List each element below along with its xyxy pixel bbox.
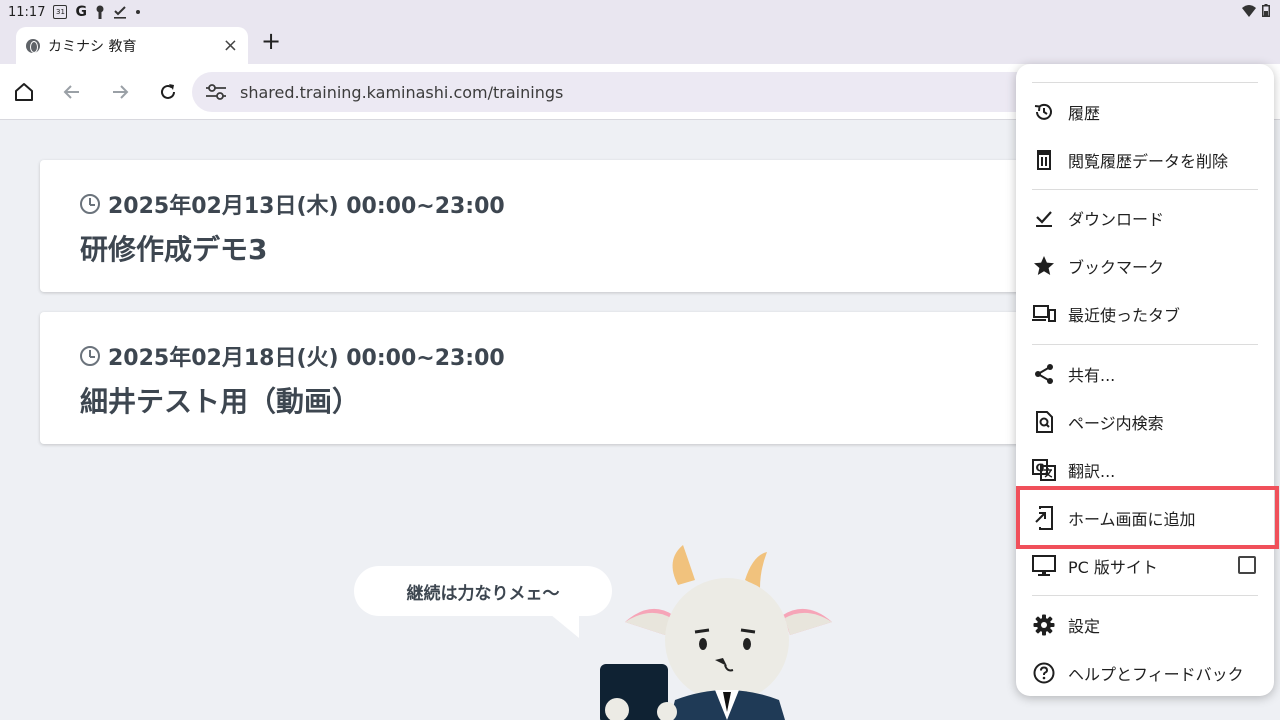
menu-item-share[interactable]: 共有... <box>1016 350 1274 398</box>
star-icon <box>1032 254 1056 278</box>
training-date: 2025年02月18日(火) 00:00~23:00 <box>80 340 505 372</box>
menu-item-settings[interactable]: 設定 <box>1016 601 1274 649</box>
history-icon <box>1032 100 1056 124</box>
menu-item-label: PC 版サイト <box>1068 558 1158 577</box>
goat-mascot-illustration <box>600 545 832 720</box>
training-date: 2025年02月13日(木) 00:00~23:00 <box>80 188 505 220</box>
menu-item-label: 翻訳... <box>1068 462 1116 481</box>
status-bar: 11:17 31 G <box>0 0 1280 24</box>
speech-bubble: 継続は力なりメェ〜 <box>354 566 612 616</box>
training-card[interactable]: 2025年02月18日(火) 00:00~23:00 細井テスト用（動画） <box>40 312 1040 444</box>
menu-item-label: ブックマーク <box>1068 258 1165 277</box>
keyhole-icon <box>95 4 105 20</box>
close-tab-icon[interactable]: × <box>223 35 238 56</box>
desktop-site-checkbox[interactable] <box>1238 556 1256 574</box>
globe-icon <box>26 38 40 53</box>
address-bar[interactable]: shared.training.kaminashi.com/trainings <box>192 72 1052 112</box>
menu-item-label: 設定 <box>1068 617 1101 636</box>
help-icon <box>1032 661 1056 685</box>
menu-item-clear-browsing-data[interactable]: 閲覧履歴データを削除 <box>1016 136 1274 184</box>
site-settings-icon <box>206 84 226 100</box>
checkmark-icon <box>113 4 127 20</box>
back-arrow-icon <box>63 85 79 99</box>
menu-divider <box>1032 344 1258 345</box>
training-title: 細井テスト用（動画） <box>80 385 361 418</box>
menu-divider <box>1032 189 1258 190</box>
menu-item-label: 閲覧履歴データを削除 <box>1068 152 1229 171</box>
menu-item-label: ページ内検索 <box>1068 414 1164 433</box>
wifi-icon <box>1242 4 1256 21</box>
clock-icon <box>80 346 100 366</box>
back-button[interactable] <box>58 78 86 106</box>
reload-button[interactable] <box>154 78 182 106</box>
forward-arrow-icon <box>113 85 129 99</box>
training-date-text: 2025年02月18日(火) 00:00~23:00 <box>108 346 505 371</box>
download-done-icon <box>1032 206 1056 230</box>
menu-item-label: 共有... <box>1068 366 1116 385</box>
tab-kaminashi[interactable]: カミナシ 教育 × <box>16 27 248 64</box>
battery-icon <box>1262 4 1270 21</box>
menu-item-label: 履歴 <box>1068 104 1101 123</box>
calendar-icon: 31 <box>53 5 68 19</box>
highlight-box <box>1016 486 1279 549</box>
menu-divider <box>1032 595 1258 596</box>
menu-item-bookmarks[interactable]: ブックマーク <box>1016 242 1274 290</box>
new-tab-button[interactable]: + <box>258 29 284 55</box>
url-text: shared.training.kaminashi.com/trainings <box>240 82 564 102</box>
menu-item-label: ダウンロード <box>1068 210 1165 229</box>
dot-icon <box>135 4 141 20</box>
forward-button[interactable] <box>106 78 134 106</box>
overflow-menu: 履歴 閲覧履歴データを削除 ダウンロード ブックマーク 最近使ったタブ 共有..… <box>1016 64 1274 696</box>
menu-item-label: 最近使ったタブ <box>1068 306 1181 325</box>
menu-item-downloads[interactable]: ダウンロード <box>1016 194 1274 242</box>
menu-item-desktop-site[interactable]: PC 版サイト <box>1016 542 1274 590</box>
menu-item-recent-tabs[interactable]: 最近使ったタブ <box>1016 290 1274 338</box>
training-card[interactable]: 2025年02月13日(木) 00:00~23:00 研修作成デモ3 <box>40 160 1040 292</box>
tab-title: カミナシ 教育 <box>48 38 137 55</box>
menu-item-find-in-page[interactable]: ページ内検索 <box>1016 398 1274 446</box>
home-button[interactable] <box>10 78 38 106</box>
training-date-text: 2025年02月13日(木) 00:00~23:00 <box>108 194 505 219</box>
desktop-icon <box>1032 554 1056 578</box>
devices-icon <box>1032 302 1056 326</box>
menu-item-help-feedback[interactable]: ヘルプとフィードバック <box>1016 649 1274 697</box>
tab-strip: カミナシ 教育 × + <box>0 24 1280 64</box>
gear-icon <box>1032 613 1056 637</box>
find-in-page-icon <box>1032 410 1056 434</box>
home-icon <box>15 83 33 101</box>
status-time: 11:17 <box>8 4 46 20</box>
trash-icon <box>1032 148 1056 172</box>
reload-icon <box>161 84 175 99</box>
menu-divider <box>1032 82 1258 83</box>
menu-item-label: ヘルプとフィードバック <box>1068 665 1244 684</box>
google-icon: G <box>75 4 87 20</box>
translate-icon: G <box>1032 458 1056 482</box>
share-icon <box>1032 362 1056 386</box>
menu-item-history[interactable]: 履歴 <box>1016 88 1274 136</box>
training-title: 研修作成デモ3 <box>80 233 268 266</box>
clock-icon <box>80 194 100 214</box>
